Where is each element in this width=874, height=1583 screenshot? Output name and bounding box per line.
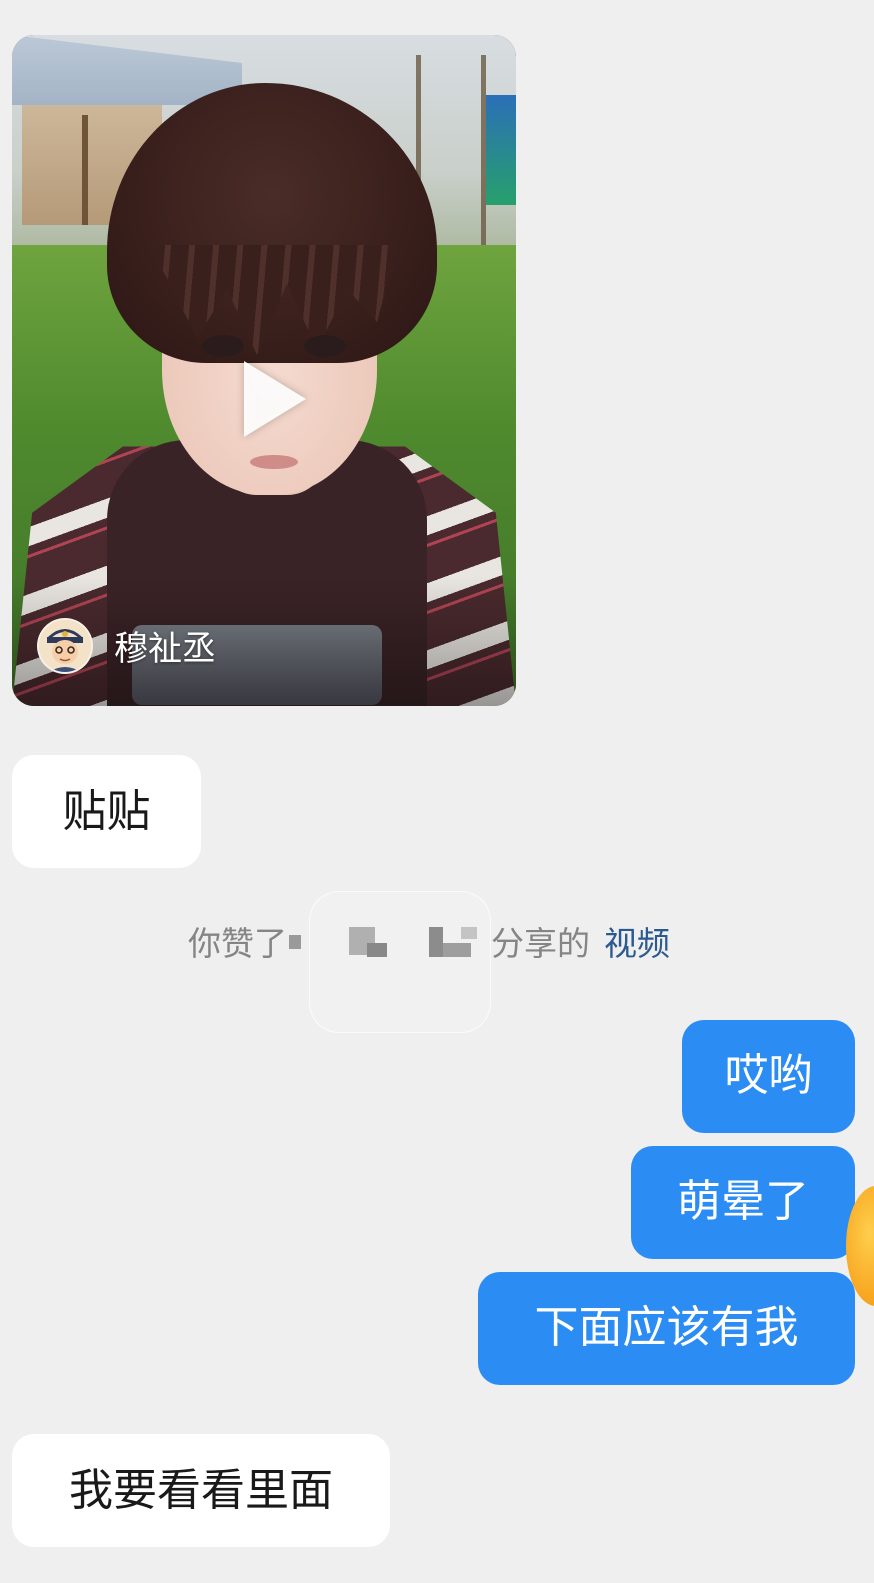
video-link[interactable]: 视频	[604, 921, 670, 967]
message-bubble-incoming[interactable]: 我要看看里面	[12, 1434, 390, 1547]
message-bubble-outgoing[interactable]: 哎哟	[682, 1020, 855, 1133]
cartoon-avatar-icon	[39, 620, 91, 672]
like-notice: 你赞了 分享的 视频	[188, 891, 670, 1033]
video-thumbnail-sign	[486, 95, 516, 205]
video-thumbnail-lips	[250, 455, 298, 469]
play-icon[interactable]	[244, 361, 306, 437]
message-bubble-outgoing[interactable]: 下面应该有我	[478, 1272, 855, 1385]
like-notice-prefix: 你赞了	[188, 924, 287, 963]
pixel-block	[429, 927, 443, 957]
video-thumbnail-eye-right	[304, 335, 346, 357]
video-thumbnail-eye-left	[202, 335, 244, 357]
pixel-block	[443, 943, 471, 957]
pixel-block	[461, 927, 477, 939]
blur-overlay	[309, 891, 491, 1033]
pixel-block	[367, 943, 387, 957]
pixel-block	[289, 935, 301, 949]
blurred-username	[289, 891, 491, 1033]
shared-video-card[interactable]: 穆祉丞	[12, 35, 516, 706]
author-avatar[interactable]	[37, 618, 93, 674]
message-bubble-outgoing[interactable]: 萌晕了	[631, 1146, 855, 1259]
like-notice-suffix: 分享的	[491, 924, 590, 963]
message-bubble-incoming[interactable]: 贴贴	[12, 755, 201, 868]
author-name: 穆祉丞	[114, 629, 216, 669]
